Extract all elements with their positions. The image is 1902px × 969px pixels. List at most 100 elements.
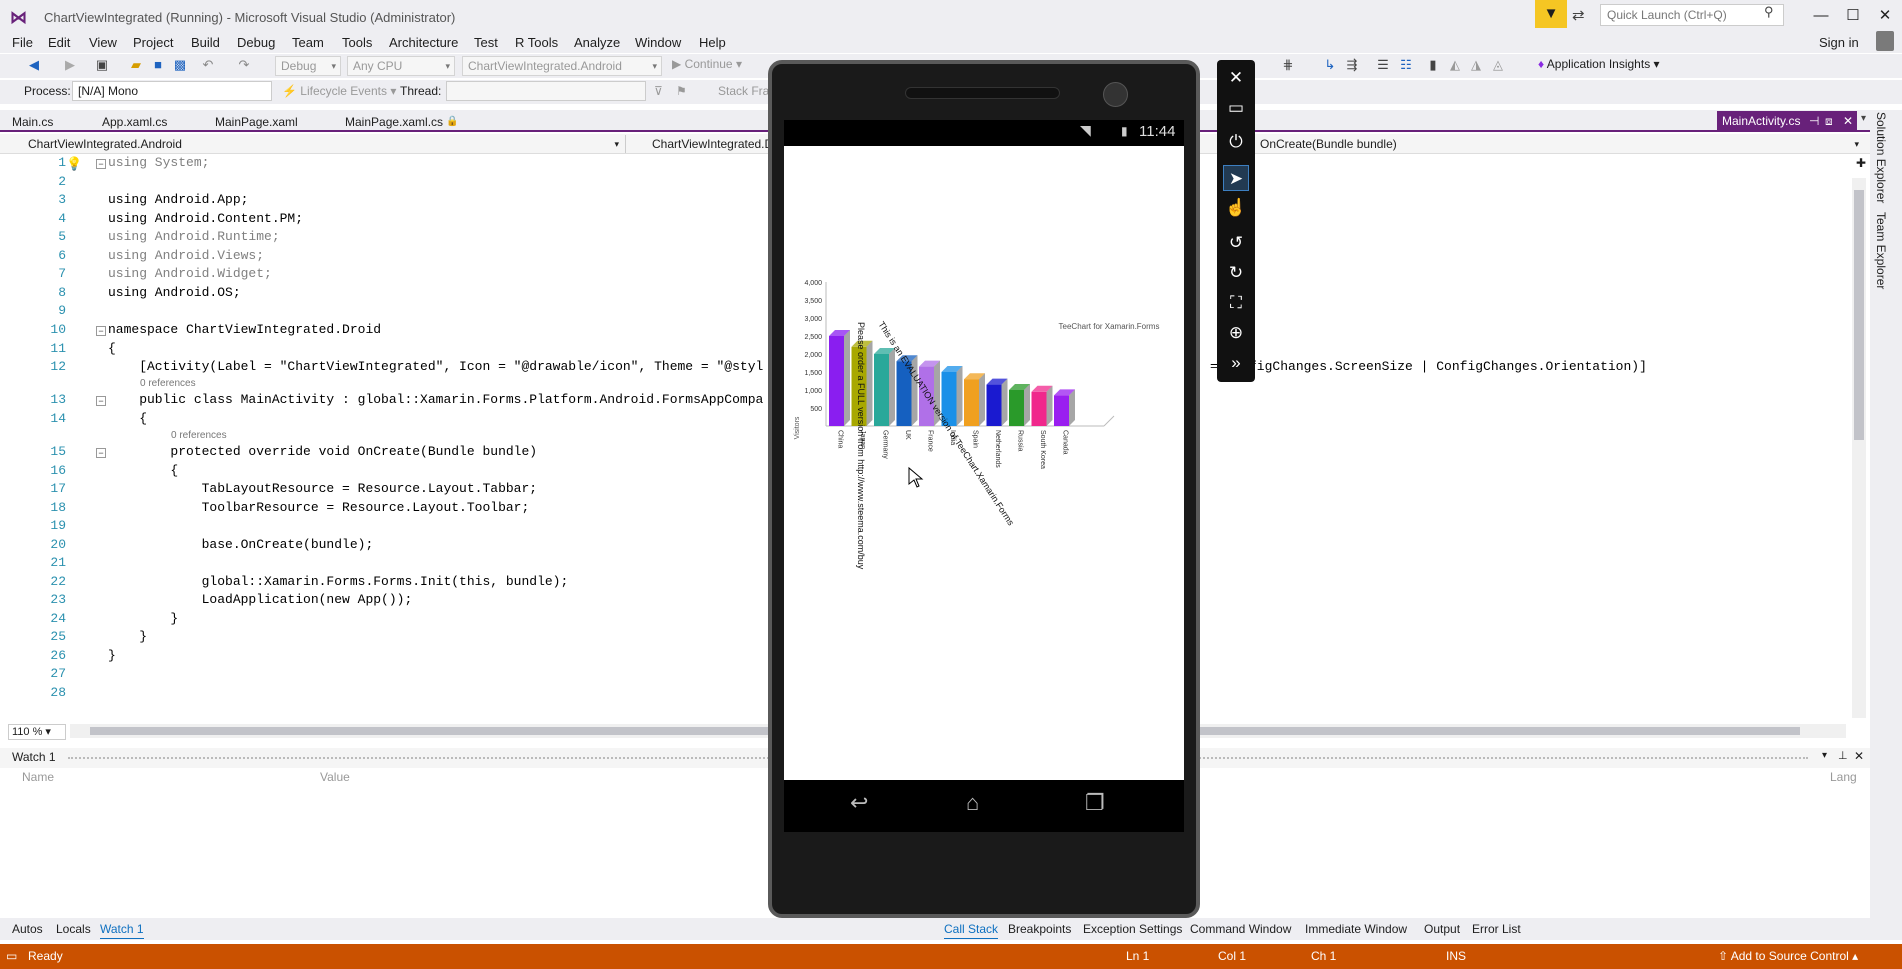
menu-architecture[interactable]: Architecture bbox=[389, 33, 458, 53]
tab-main-cs[interactable]: Main.cs bbox=[12, 112, 53, 132]
tab-mainactivity-cs[interactable]: MainActivity.cs ⊣ ⧈ ✕ bbox=[1717, 111, 1857, 131]
tab-app-xaml-cs[interactable]: App.xaml.cs bbox=[102, 112, 167, 132]
menu-build[interactable]: Build bbox=[191, 33, 220, 53]
collapse-toggle[interactable]: − bbox=[96, 159, 106, 169]
menu-project[interactable]: Project bbox=[133, 33, 173, 53]
clear-bookmarks-icon[interactable]: ◬ bbox=[1490, 57, 1506, 73]
step-icon[interactable]: ↳ bbox=[1322, 57, 1338, 73]
teechart-chart[interactable]: TeeChart for Xamarin.Forms Visitors 500 1… bbox=[784, 146, 1184, 780]
account-icon[interactable] bbox=[1876, 31, 1894, 51]
menu-test[interactable]: Test bbox=[474, 33, 498, 53]
maximize-button[interactable]: ☐ bbox=[1838, 4, 1868, 28]
menu-help[interactable]: Help bbox=[699, 33, 726, 53]
menu-edit[interactable]: Edit bbox=[48, 33, 70, 53]
menu-file[interactable]: File bbox=[12, 33, 33, 53]
tab-mainpage-xaml-cs[interactable]: MainPage.xaml.cs bbox=[345, 112, 443, 132]
filter-icon[interactable]: ⊽ bbox=[654, 84, 663, 98]
new-project-icon[interactable]: ▣ bbox=[94, 57, 110, 73]
menu-analyze[interactable]: Analyze bbox=[574, 33, 620, 53]
thread-dropdown[interactable] bbox=[446, 81, 646, 101]
tab-error-list[interactable]: Error List bbox=[1472, 920, 1521, 938]
tab-output[interactable]: Output bbox=[1424, 920, 1460, 938]
redo-icon[interactable]: ↷ bbox=[236, 57, 252, 73]
menu-r-tools[interactable]: R Tools bbox=[515, 33, 558, 53]
reference-count[interactable]: 0 references bbox=[171, 430, 227, 441]
dropdown-icon[interactable]: ▾ bbox=[1822, 750, 1827, 761]
lightbulb-icon[interactable]: 💡 bbox=[66, 156, 82, 172]
rotate-left-icon[interactable]: ↺ bbox=[1223, 230, 1249, 256]
column-name[interactable]: Name bbox=[22, 770, 54, 784]
save-icon[interactable]: ■ bbox=[150, 57, 166, 73]
source-control-button[interactable]: ⇧ Add to Source Control ▴ bbox=[1718, 949, 1858, 963]
quick-launch-input[interactable]: Quick Launch (Ctrl+Q) bbox=[1600, 4, 1784, 26]
search-icon[interactable]: ⚲ bbox=[1764, 4, 1774, 20]
uncomment-icon[interactable]: ☷ bbox=[1398, 57, 1414, 73]
rotate-right-icon[interactable]: ↻ bbox=[1223, 260, 1249, 286]
minimize-icon[interactable]: ▭ bbox=[1223, 95, 1249, 121]
zoom-dropdown[interactable]: 110 % ▾ bbox=[8, 724, 66, 740]
platform-dropdown[interactable]: Any CPU ▾ bbox=[347, 56, 455, 76]
keep-open-icon[interactable]: ⧈ bbox=[1825, 111, 1833, 131]
tab-immediate-window[interactable]: Immediate Window bbox=[1305, 920, 1407, 938]
breakpoint-icon[interactable]: ⋕ bbox=[1280, 57, 1296, 73]
touch-icon[interactable]: ☝ bbox=[1223, 195, 1249, 221]
close-button[interactable]: ✕ bbox=[1870, 4, 1900, 28]
tab-command-window[interactable]: Command Window bbox=[1190, 920, 1291, 938]
menu-tools[interactable]: Tools bbox=[342, 33, 372, 53]
menu-view[interactable]: View bbox=[89, 33, 117, 53]
minimize-button[interactable]: — bbox=[1806, 4, 1836, 28]
notification-filter-icon[interactable]: ▼ bbox=[1535, 0, 1567, 28]
comment-icon[interactable]: ☰ bbox=[1375, 57, 1391, 73]
tab-watch-1[interactable]: Watch 1 bbox=[100, 920, 144, 939]
team-explorer-tab[interactable]: Team Explorer bbox=[1874, 212, 1888, 289]
tab-mainpage-xaml[interactable]: MainPage.xaml bbox=[215, 112, 298, 132]
pin-icon[interactable]: ⊣ bbox=[1809, 111, 1819, 131]
continue-button[interactable]: ▶ Continue ▾ bbox=[672, 57, 742, 71]
back-nav-icon[interactable]: ↩ bbox=[850, 790, 868, 816]
home-nav-icon[interactable]: ⌂ bbox=[966, 790, 979, 816]
tab-locals[interactable]: Locals bbox=[56, 920, 91, 938]
prev-bookmark-icon[interactable]: ◭ bbox=[1447, 57, 1463, 73]
bookmark-icon[interactable]: ▮ bbox=[1425, 57, 1441, 73]
forward-icon[interactable]: ▶ bbox=[62, 57, 78, 73]
sign-in-link[interactable]: Sign in bbox=[1819, 33, 1859, 53]
open-file-icon[interactable]: ▰ bbox=[128, 57, 144, 73]
member-dropdown[interactable]: OnCreate(Bundle bundle) ▾ bbox=[1240, 135, 1865, 153]
split-icon[interactable]: ✚ bbox=[1856, 156, 1866, 170]
pin-icon[interactable]: ⊥ bbox=[1838, 749, 1848, 762]
recent-apps-icon[interactable]: ❐ bbox=[1085, 790, 1105, 816]
menu-team[interactable]: Team bbox=[292, 33, 324, 53]
column-lang[interactable]: Lang bbox=[1830, 770, 1857, 784]
startup-project-dropdown[interactable]: ChartViewIntegrated.Android ▾ bbox=[462, 56, 662, 76]
more-tools-icon[interactable]: » bbox=[1223, 350, 1249, 376]
close-tab-icon[interactable]: ✕ bbox=[1843, 111, 1853, 131]
column-value[interactable]: Value bbox=[320, 770, 350, 784]
project-dropdown[interactable]: ChartViewIntegrated.Android ▾ bbox=[8, 135, 626, 153]
close-icon[interactable]: ✕ bbox=[1223, 65, 1249, 91]
vertical-scroll-thumb[interactable] bbox=[1854, 190, 1864, 440]
format-icon[interactable]: ⇶ bbox=[1344, 57, 1360, 73]
application-insights-button[interactable]: ♦ Application Insights ▾ bbox=[1538, 57, 1660, 71]
back-icon[interactable]: ◀ bbox=[26, 57, 42, 73]
collapse-toggle[interactable]: − bbox=[96, 326, 106, 336]
pin-icon[interactable]: 🔒 bbox=[446, 112, 458, 132]
undo-icon[interactable]: ↶ bbox=[200, 57, 216, 73]
reference-count[interactable]: 0 references bbox=[140, 378, 196, 389]
zoom-icon[interactable]: ⊕ bbox=[1223, 320, 1249, 346]
process-dropdown[interactable]: [N/A] Mono bbox=[72, 81, 272, 101]
tab-call-stack[interactable]: Call Stack bbox=[944, 920, 999, 939]
menu-debug[interactable]: Debug bbox=[237, 33, 275, 53]
solution-config-dropdown[interactable]: Debug ▾ bbox=[275, 56, 341, 76]
tab-exception-settings[interactable]: Exception Settings bbox=[1083, 920, 1182, 938]
close-panel-icon[interactable]: ✕ bbox=[1854, 749, 1864, 763]
menu-window[interactable]: Window bbox=[635, 33, 681, 53]
power-icon[interactable]: ⏻ bbox=[1223, 129, 1249, 155]
tab-breakpoints[interactable]: Breakpoints bbox=[1008, 920, 1071, 938]
feedback-icon[interactable]: ⇄ bbox=[1572, 6, 1585, 24]
tab-autos[interactable]: Autos bbox=[12, 920, 43, 938]
next-bookmark-icon[interactable]: ◮ bbox=[1468, 57, 1484, 73]
lifecycle-events-button[interactable]: ⚡ Lifecycle Events ▾ bbox=[282, 84, 396, 98]
collapse-toggle[interactable]: − bbox=[96, 396, 106, 406]
save-all-icon[interactable]: ▩ bbox=[172, 57, 188, 73]
tab-overflow-icon[interactable]: ▾ bbox=[1861, 113, 1866, 124]
